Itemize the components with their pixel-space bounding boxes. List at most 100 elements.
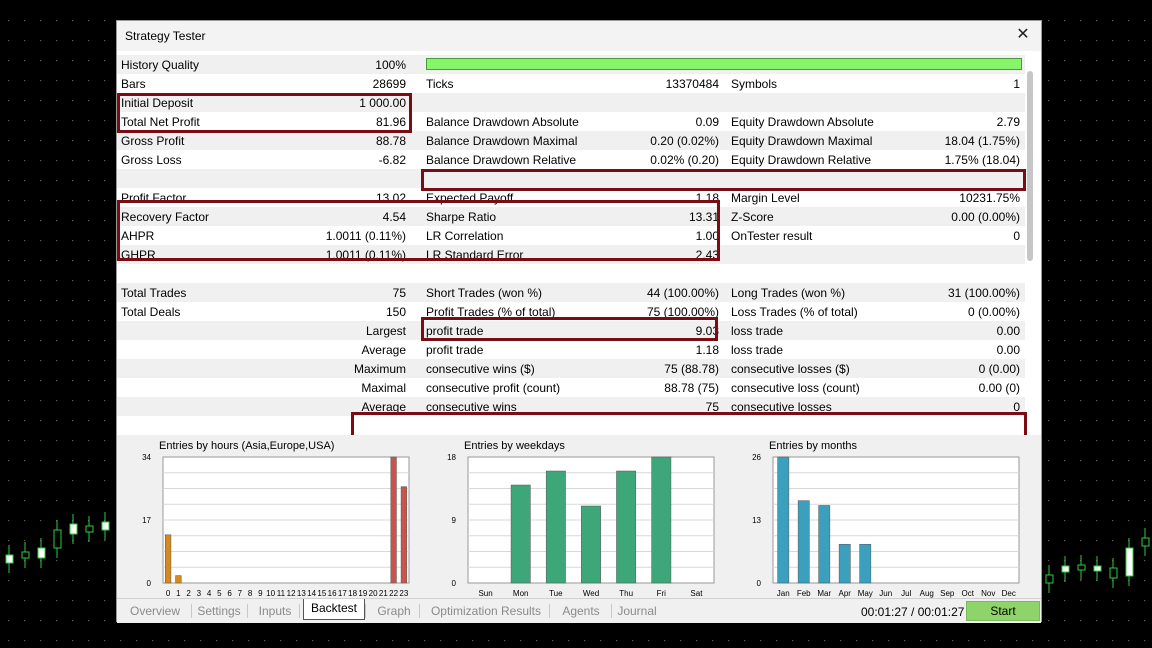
close-icon[interactable]: ✕ xyxy=(1013,25,1033,45)
report-row-history-quality: History Quality 100% xyxy=(117,55,1025,74)
metric-label: GHPR xyxy=(121,248,156,262)
report-row: Average profit trade 1.18 loss trade 0.00 xyxy=(117,340,1025,359)
metric-label: Loss Trades (% of total) xyxy=(731,305,858,319)
metric-value: 150 xyxy=(385,305,406,319)
report-row: Total Trades 75 Short Trades (won %) 44 (10… xyxy=(117,283,1025,302)
metric-value xyxy=(627,419,719,433)
metric-value: 88.78 (75) xyxy=(664,381,719,395)
metric-label: consecutive wins xyxy=(426,400,517,414)
report-row: Total Deals 150 Profit Trades (% of total)… xyxy=(117,302,1025,321)
x-tick-label: 0 xyxy=(166,589,171,598)
metric-label: consecutive profit (count) xyxy=(426,381,561,395)
y-tick-label: 0 xyxy=(452,579,457,588)
y-tick-label: 17 xyxy=(142,516,151,525)
start-button[interactable]: Start xyxy=(966,601,1040,621)
bar xyxy=(859,543,872,584)
report-row xyxy=(117,264,1025,283)
report-row: Profit Factor 13.02 Expected Payoff 1.18 Mar… xyxy=(117,188,1025,207)
strategy-tester-window: Strategy Tester ✕ History Quality 100% B… xyxy=(116,20,1042,623)
metric-label: Short Trades (won %) xyxy=(426,286,543,300)
metric-value: 4.54 xyxy=(382,210,406,224)
tab-separator xyxy=(247,604,248,618)
chart-entries-by-weekdays: Entries by weekdays 0 9 18 Sun Mon Tue Wed Thu Fr… xyxy=(432,435,722,598)
tab-separator xyxy=(299,604,300,618)
metric-value: 9.03 xyxy=(695,324,719,338)
y-tick-label: 9 xyxy=(452,516,457,525)
x-tick-label: May xyxy=(858,589,873,598)
metric-value: 0.00 (0.00%) xyxy=(951,210,1020,224)
tab-backtest[interactable]: Backtest xyxy=(303,599,365,620)
tab-journal[interactable]: Journal xyxy=(611,602,663,620)
report-row: GHPR 1.0011 (0.11%) LR Standard Error 2.43 xyxy=(117,245,1025,264)
tab-inputs[interactable]: Inputs xyxy=(251,602,299,620)
metric-label: loss trade xyxy=(731,324,784,338)
x-tick-label: Tue xyxy=(549,589,563,598)
metric-label: Equity Drawdown Absolute xyxy=(731,115,874,129)
x-tick-label: 14 xyxy=(307,589,316,598)
x-tick-label: Jul xyxy=(901,589,911,598)
metric-value: 0 (0.00%) xyxy=(967,305,1020,319)
metric-value: 1.75% (18.04) xyxy=(944,153,1020,167)
metric-value xyxy=(932,96,1020,110)
x-tick-label: 8 xyxy=(248,589,253,598)
metric-value: 1 000.00 xyxy=(359,96,406,110)
report-row xyxy=(117,416,1025,435)
candlestick xyxy=(69,514,78,544)
metric-value xyxy=(932,267,1020,281)
report-row: Bars 28699 Ticks 13370484 Symbols 1 xyxy=(117,74,1025,93)
metric-label: Equity Drawdown Relative xyxy=(731,153,872,167)
metric-label: Expected Payoff xyxy=(426,191,514,205)
metric-label: Z-Score xyxy=(731,210,774,224)
metric-label: profit trade xyxy=(426,324,484,338)
history-quality-label: History Quality xyxy=(121,58,200,72)
chart-entries-by-months: Entries by months 0 13 26 Jan Feb Mar Apr May Jun… xyxy=(737,435,1027,598)
x-tick-label: Wed xyxy=(583,589,599,598)
x-tick-label: 6 xyxy=(227,589,232,598)
metric-label: OnTester result xyxy=(731,229,813,243)
x-tick-label: 19 xyxy=(358,589,367,598)
metric-value: 0.00 xyxy=(996,324,1020,338)
candlestick xyxy=(37,538,46,568)
tab-overview[interactable]: Overview xyxy=(119,602,191,620)
metric-label: Profit Factor xyxy=(121,191,187,205)
x-tick-label: Dec xyxy=(1002,589,1016,598)
x-tick-label: 9 xyxy=(258,589,263,598)
metric-value: 0.20 (0.02%) xyxy=(650,134,719,148)
entries-charts-panel: Entries by hours (Asia,Europe,USA) 0 17 34 0… xyxy=(117,435,1041,598)
candlestick xyxy=(101,512,110,540)
metric-label: Equity Drawdown Maximal xyxy=(731,134,873,148)
title-bar: Strategy Tester ✕ xyxy=(117,21,1041,51)
x-tick-label: Jan xyxy=(777,589,790,598)
tab-optimization-results[interactable]: Optimization Results xyxy=(423,602,549,620)
report-row xyxy=(117,169,1025,188)
y-tick-label: 34 xyxy=(142,453,151,462)
x-tick-label: 7 xyxy=(238,589,243,598)
bar xyxy=(616,470,637,584)
bar xyxy=(175,575,182,584)
report-scrollbar[interactable] xyxy=(1027,71,1033,261)
metric-label: consecutive losses ($) xyxy=(731,362,850,376)
y-tick-label: 0 xyxy=(147,579,152,588)
chart-title: Entries by weekdays xyxy=(464,440,565,452)
x-tick-label: Fri xyxy=(657,589,667,598)
metric-label: consecutive wins ($) xyxy=(426,362,535,376)
candlestick xyxy=(53,520,62,558)
metric-label: Profit Trades (% of total) xyxy=(426,305,556,319)
metric-value xyxy=(932,172,1020,186)
candlestick xyxy=(1077,555,1086,580)
metric-value: Average xyxy=(361,343,406,357)
metric-label: LR Standard Error xyxy=(426,248,524,262)
tab-graph[interactable]: Graph xyxy=(369,602,419,620)
history-quality-bar xyxy=(426,58,1022,70)
metric-value: 0.00 xyxy=(996,343,1020,357)
x-tick-label: 3 xyxy=(197,589,202,598)
metric-value: 10231.75% xyxy=(959,191,1020,205)
metric-value xyxy=(317,419,406,433)
tab-settings[interactable]: Settings xyxy=(191,602,247,620)
metric-label: consecutive losses xyxy=(731,400,832,414)
bar xyxy=(838,543,851,584)
report-row: Gross Loss -6.82 Balance Drawdown Relative… xyxy=(117,150,1025,169)
bar xyxy=(390,456,397,584)
metric-value: 13.02 xyxy=(375,191,406,205)
tab-agents[interactable]: Agents xyxy=(551,602,611,620)
